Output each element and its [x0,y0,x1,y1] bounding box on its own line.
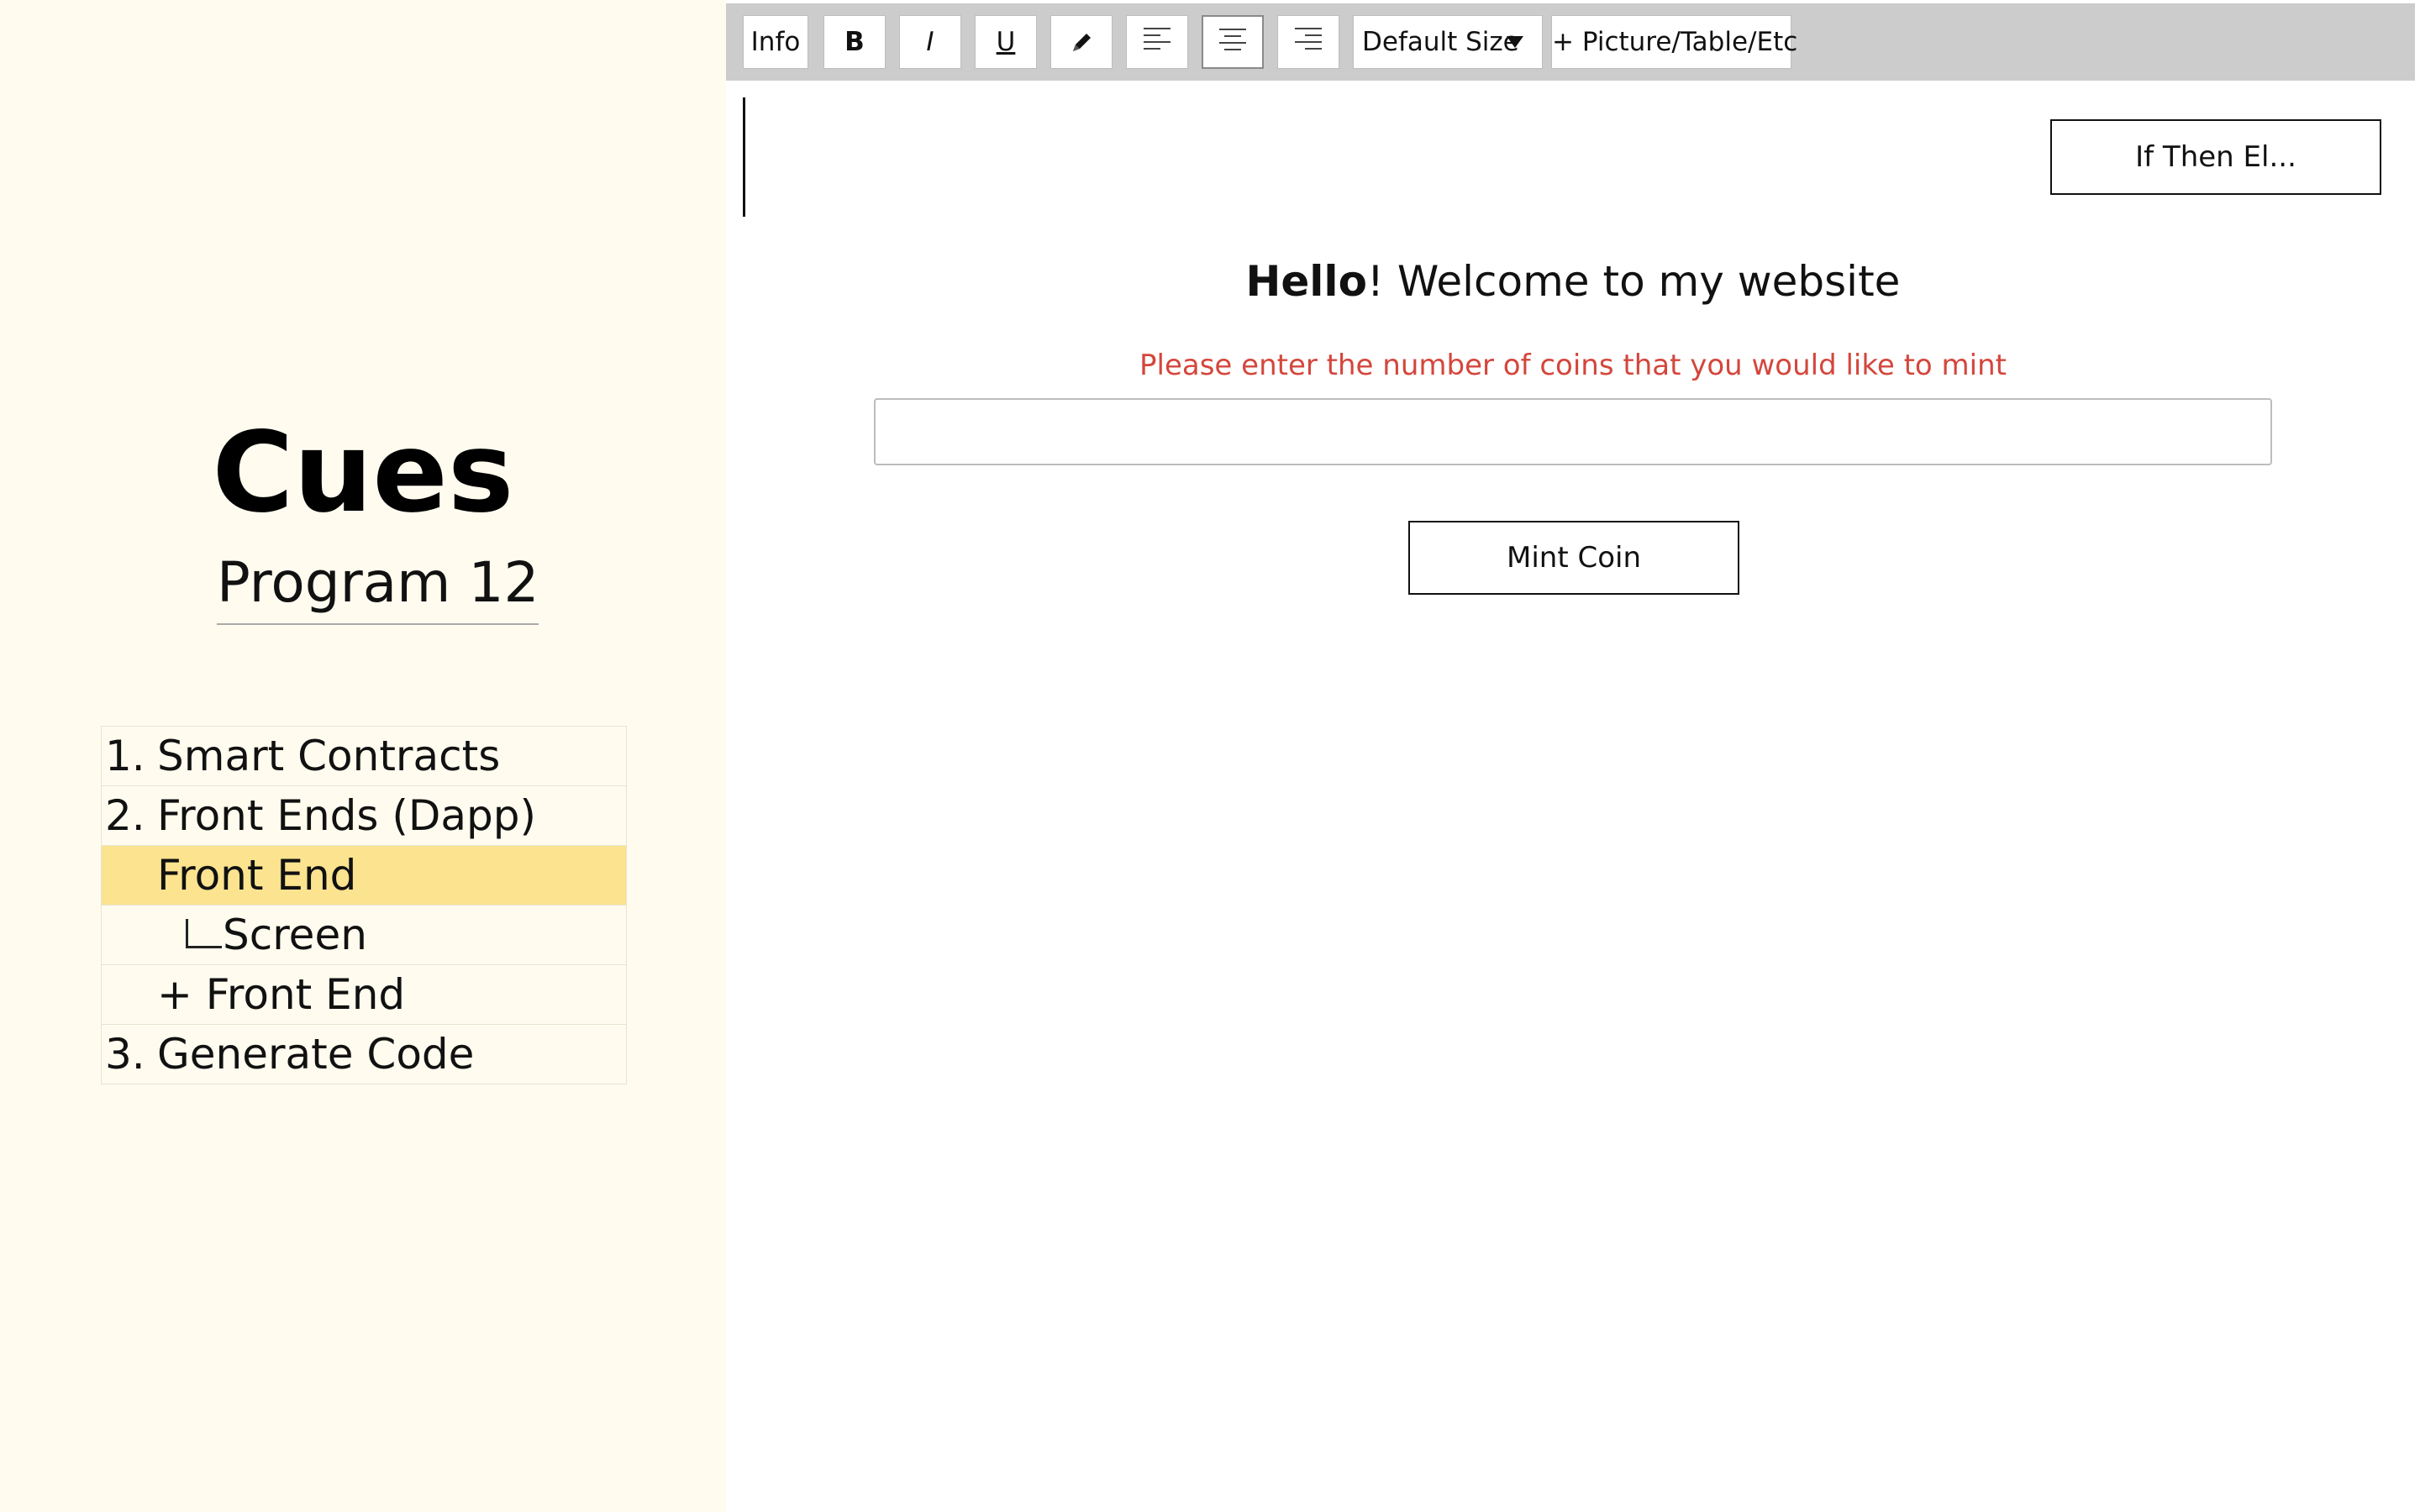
font-size-value: Default Size [1362,27,1519,57]
nav-item-screen[interactable]: Screen [102,906,626,965]
mint-prompt-text: Please enter the number of coins that yo… [1139,349,2007,382]
add-front-end-button[interactable]: + Front End [102,965,626,1025]
format-toolbar: Info B I U Default Size + Picture/Table/… [726,3,2415,81]
align-right-icon [1295,28,1322,55]
italic-button[interactable]: I [899,15,961,69]
sidebar: Cues Program 12 1. Smart Contracts 2. Fr… [0,0,726,1512]
app-title: Cues [212,408,514,538]
mint-coin-button[interactable]: Mint Coin [1408,521,1739,595]
coin-amount-input[interactable] [874,398,2272,465]
welcome-text: ! Welcome to my website [1366,257,1901,306]
align-right-button[interactable] [1277,15,1339,69]
text-color-button[interactable] [1050,15,1113,69]
nav-item-label: Screen [223,911,367,959]
nav-item-label: Smart Contracts [157,732,501,780]
nav-item-smart-contracts[interactable]: 1. Smart Contracts [102,727,626,786]
align-center-button[interactable] [1202,15,1264,69]
nav-item-label: Generate Code [157,1030,475,1079]
welcome-heading: Hello! Welcome to my website [726,252,2420,311]
nav-item-front-end-selected[interactable]: Front End [102,846,626,906]
nav-item-number: 3. [105,1030,145,1079]
welcome-bold-text: Hello [1245,257,1367,306]
nav-item-front-ends[interactable]: 2. Front Ends (Dapp) [102,786,626,846]
nav-item-label: + Front End [157,970,406,1019]
font-size-select[interactable]: Default Size [1353,15,1543,69]
nav-item-generate-code[interactable]: 3. Generate Code [102,1025,626,1084]
insert-media-button[interactable]: + Picture/Table/Etc [1551,15,1797,69]
align-left-icon [1144,28,1171,55]
dropdown-arrow-icon [1507,36,1523,48]
editor-canvas: Info B I U Default Size + Picture/Table/… [726,0,2420,1512]
info-button[interactable]: Info [743,15,808,69]
nav-item-label: Front End [157,851,357,900]
nav-item-number: 2. [105,791,145,840]
pen-icon [1073,34,1091,51]
align-center-icon [1219,29,1246,55]
text-caret [743,97,745,217]
nav-item-label: Front Ends (Dapp) [157,791,536,840]
underline-button[interactable]: U [975,15,1037,69]
align-left-button[interactable] [1126,15,1188,69]
tree-branch-icon [186,919,222,948]
if-then-else-button[interactable]: If Then El... [2050,119,2381,195]
bold-button[interactable]: B [823,15,886,69]
nav-item-number: 1. [105,732,145,780]
program-outline-nav: 1. Smart Contracts 2. Front Ends (Dapp) … [101,726,627,1084]
program-name[interactable]: Program 12 [217,544,539,625]
